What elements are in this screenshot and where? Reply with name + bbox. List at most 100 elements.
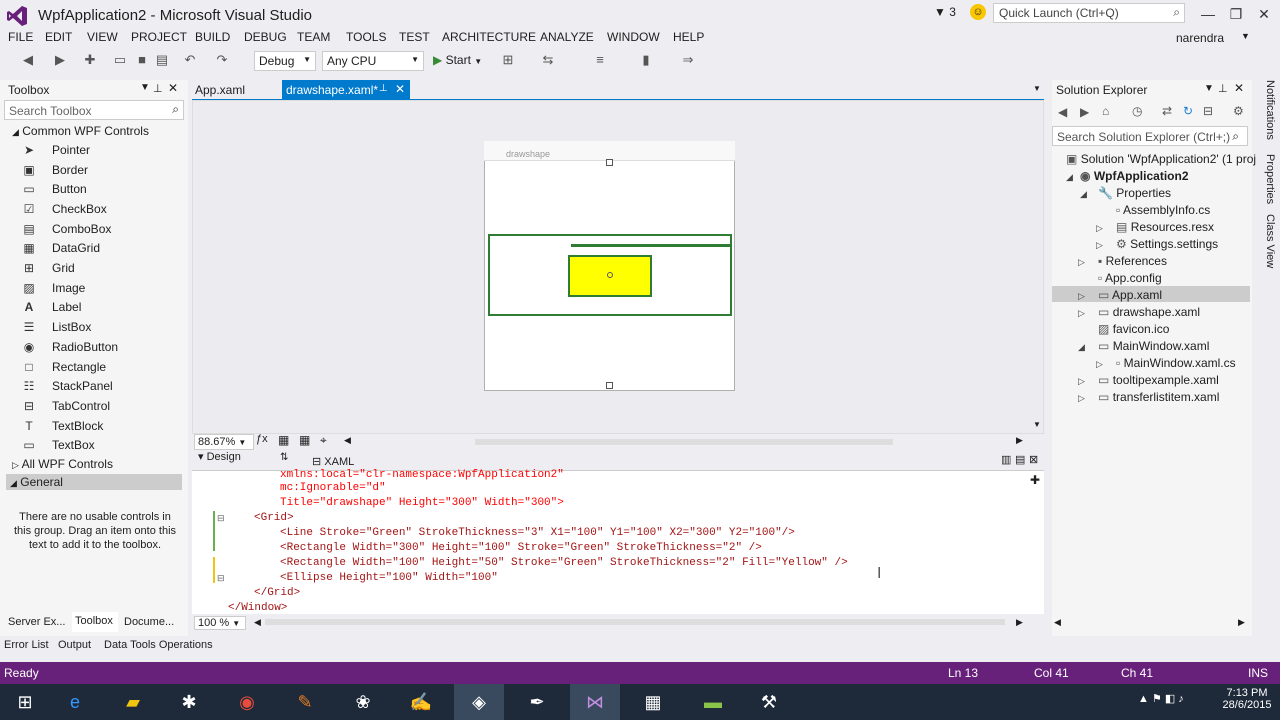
chrome-icon[interactable]: ◉ [222,684,272,720]
properties-side-tab[interactable]: Properties [1258,154,1276,210]
close-icon[interactable]: ✕ [168,81,178,95]
pin-icon[interactable]: ⊥ [379,83,388,94]
pending-changes-icon[interactable]: ◷ [1132,104,1142,118]
menu-team[interactable]: TEAM [297,30,330,44]
menu-build[interactable]: BUILD [195,30,230,44]
start-button[interactable]: ▶ Start ▼ [433,53,482,67]
code-horizontal-scrollbar[interactable] [265,619,1005,625]
notepad-icon[interactable]: ✍ [396,684,446,720]
toolbox-item-pointer[interactable]: ➤ Pointer [22,141,182,160]
toolbox-item-grid[interactable]: ⊞ Grid [22,259,182,278]
properties-icon[interactable]: ⚙ [1233,104,1244,118]
paint-icon[interactable]: ✎ [280,684,330,720]
forward-icon[interactable]: ▶ [52,52,68,68]
home-icon[interactable]: ⌂ [1102,104,1109,118]
user-name[interactable]: narendra [1176,31,1224,45]
menu-analyze[interactable]: ANALYZE [540,30,594,44]
save-icon[interactable]: ■ [134,52,150,68]
collapse-pane-icon[interactable]: ⊠ [1029,453,1038,466]
drawshape-xaml-node[interactable]: ▭ drawshape.xaml [1098,305,1200,319]
notifications-side-tab[interactable]: Notifications [1258,80,1276,150]
refresh-icon[interactable]: ↻ [1183,104,1193,118]
solution-node[interactable]: ▣ Solution 'WpfApplication2' (1 proj [1066,152,1256,166]
toolbox-item-listbox[interactable]: ☰ ListBox [22,318,182,337]
forward-icon[interactable]: ▶ [1080,105,1089,119]
toolbox-search-input[interactable]: Search Toolbox ⌕ [4,100,184,120]
assemblyinfo-node[interactable]: ▫ AssemblyInfo.cs [1116,203,1210,217]
collapsed-arrow-icon[interactable]: ▷ [1096,223,1103,234]
save-all-icon[interactable]: ▤ [154,52,170,68]
snap-lines-icon[interactable]: ⌖ [320,433,327,448]
minimize-button[interactable]: — [1194,4,1222,24]
redo-icon[interactable]: ↷ [214,52,230,68]
clock[interactable]: 7:13 PM 28/6/2015 [1218,687,1276,711]
calculator-icon[interactable]: ▦ [628,684,678,720]
collapsed-arrow-icon[interactable]: ▷ [1078,393,1085,404]
user-dropdown-icon[interactable]: ▼ [1241,31,1250,41]
settings-app-icon[interactable]: ✱ [164,684,214,720]
menu-debug[interactable]: DEBUG [244,30,287,44]
toolbox-item-textbox[interactable]: ▭ TextBox [22,436,182,455]
mainwindow-xaml-node[interactable]: ▭ MainWindow.xaml [1098,339,1209,353]
toolbox-group-general[interactable]: ◢ General [6,474,182,490]
windows-start-icon[interactable]: ⊞ [0,684,50,720]
tool-icon[interactable]: ⚒ [744,684,794,720]
zoom-select[interactable]: 88.67% ▼ [194,434,254,450]
feedback-smile-icon[interactable]: ☺ [970,4,986,20]
collapse-all-icon[interactable]: ⊟ [1203,104,1213,118]
app-xaml-node[interactable]: ▭ App.xaml [1098,288,1162,302]
running-app-icon[interactable]: ◈ [454,684,504,720]
sync-icon[interactable]: ⇄ [1162,104,1172,118]
close-tab-icon[interactable]: ✕ [395,82,405,96]
collapsed-arrow-icon[interactable]: ▷ [1096,240,1103,251]
undo-icon[interactable]: ↶ [182,52,198,68]
green-line[interactable] [571,244,732,247]
toolbox-item-combobox[interactable]: ▤ ComboBox [22,220,182,239]
tab-data-tools[interactable]: Data Tools Operations [104,639,213,651]
expanded-arrow-icon[interactable]: ◢ [1080,189,1087,200]
tab-app-xaml[interactable]: App.xaml [195,83,245,97]
project-node[interactable]: ◉ WpfApplication2 [1080,169,1189,183]
platform-select[interactable]: Any CPU ▼ [322,51,424,71]
back-icon[interactable]: ◀ [20,52,36,68]
toolbox-item-datagrid[interactable]: ▦ DataGrid [22,239,182,258]
favicon-node[interactable]: ▨ favicon.ico [1098,322,1169,336]
toolbox-item-textblock[interactable]: T TextBlock [22,417,182,436]
toolbox-item-border[interactable]: ▣ Border [22,161,182,180]
collapse-icon[interactable]: ⊟ [217,573,225,584]
toolbox-item-rectangle[interactable]: □ Rectangle [22,358,182,377]
tab-list-dropdown-icon[interactable]: ▼ [1033,84,1041,93]
menu-tools[interactable]: TOOLS [346,30,386,44]
open-file-icon[interactable]: ▭ [112,52,128,68]
bookmark-icon[interactable]: ▮ [638,52,654,68]
fx-toggle-icon[interactable]: ƒx [256,433,268,445]
book-icon[interactable]: ▬ [688,684,738,720]
menu-project[interactable]: PROJECT [131,30,187,44]
collapsed-arrow-icon[interactable]: ▷ [1078,291,1085,302]
toolbox-empty-message[interactable]: There are no usable controls in this gro… [10,510,180,552]
tray-icons[interactable]: ▲ ⚑ ◧ ♪ [1138,692,1184,705]
design-view-tab[interactable]: ▾ Design [198,450,278,468]
scroll-right-icon[interactable]: ▶ [1016,617,1023,628]
collapsed-arrow-icon[interactable]: ▷ [1078,308,1085,319]
panel-menu-icon[interactable]: ▼ [140,82,150,93]
collapsed-arrow-icon[interactable]: ▷ [1096,359,1103,370]
code-zoom-select[interactable]: 100 % ▼ [194,616,246,630]
tab-drawshape-xaml[interactable]: drawshape.xaml* ⊥ ✕ [282,80,410,99]
toolbox-group-common[interactable]: ◢ Common WPF Controls [12,124,149,138]
internet-explorer-icon[interactable]: e [50,684,100,720]
toolbox-item-stackpanel[interactable]: ☷ StackPanel [22,377,182,396]
pen-tool-icon[interactable]: ✒ [512,684,562,720]
scroll-down-icon[interactable]: ▼ [1033,420,1041,429]
back-icon[interactable]: ◀ [1058,105,1067,119]
quick-launch-input[interactable]: Quick Launch (Ctrl+Q) ⌕ [993,3,1185,23]
references-node[interactable]: ▪ References [1098,254,1167,268]
scroll-left-icon[interactable]: ◀ [1054,617,1061,628]
pin-icon[interactable]: ⊥ [1218,82,1228,95]
app-config-node[interactable]: ▫ App.config [1098,271,1162,285]
menu-window[interactable]: WINDOW [607,30,660,44]
menu-view[interactable]: VIEW [87,30,118,44]
toolbox-item-radiobutton[interactable]: ◉ RadioButton [22,338,182,357]
close-icon[interactable]: ✕ [1234,81,1244,95]
tab-server-explorer[interactable]: Server Ex... [8,616,65,628]
